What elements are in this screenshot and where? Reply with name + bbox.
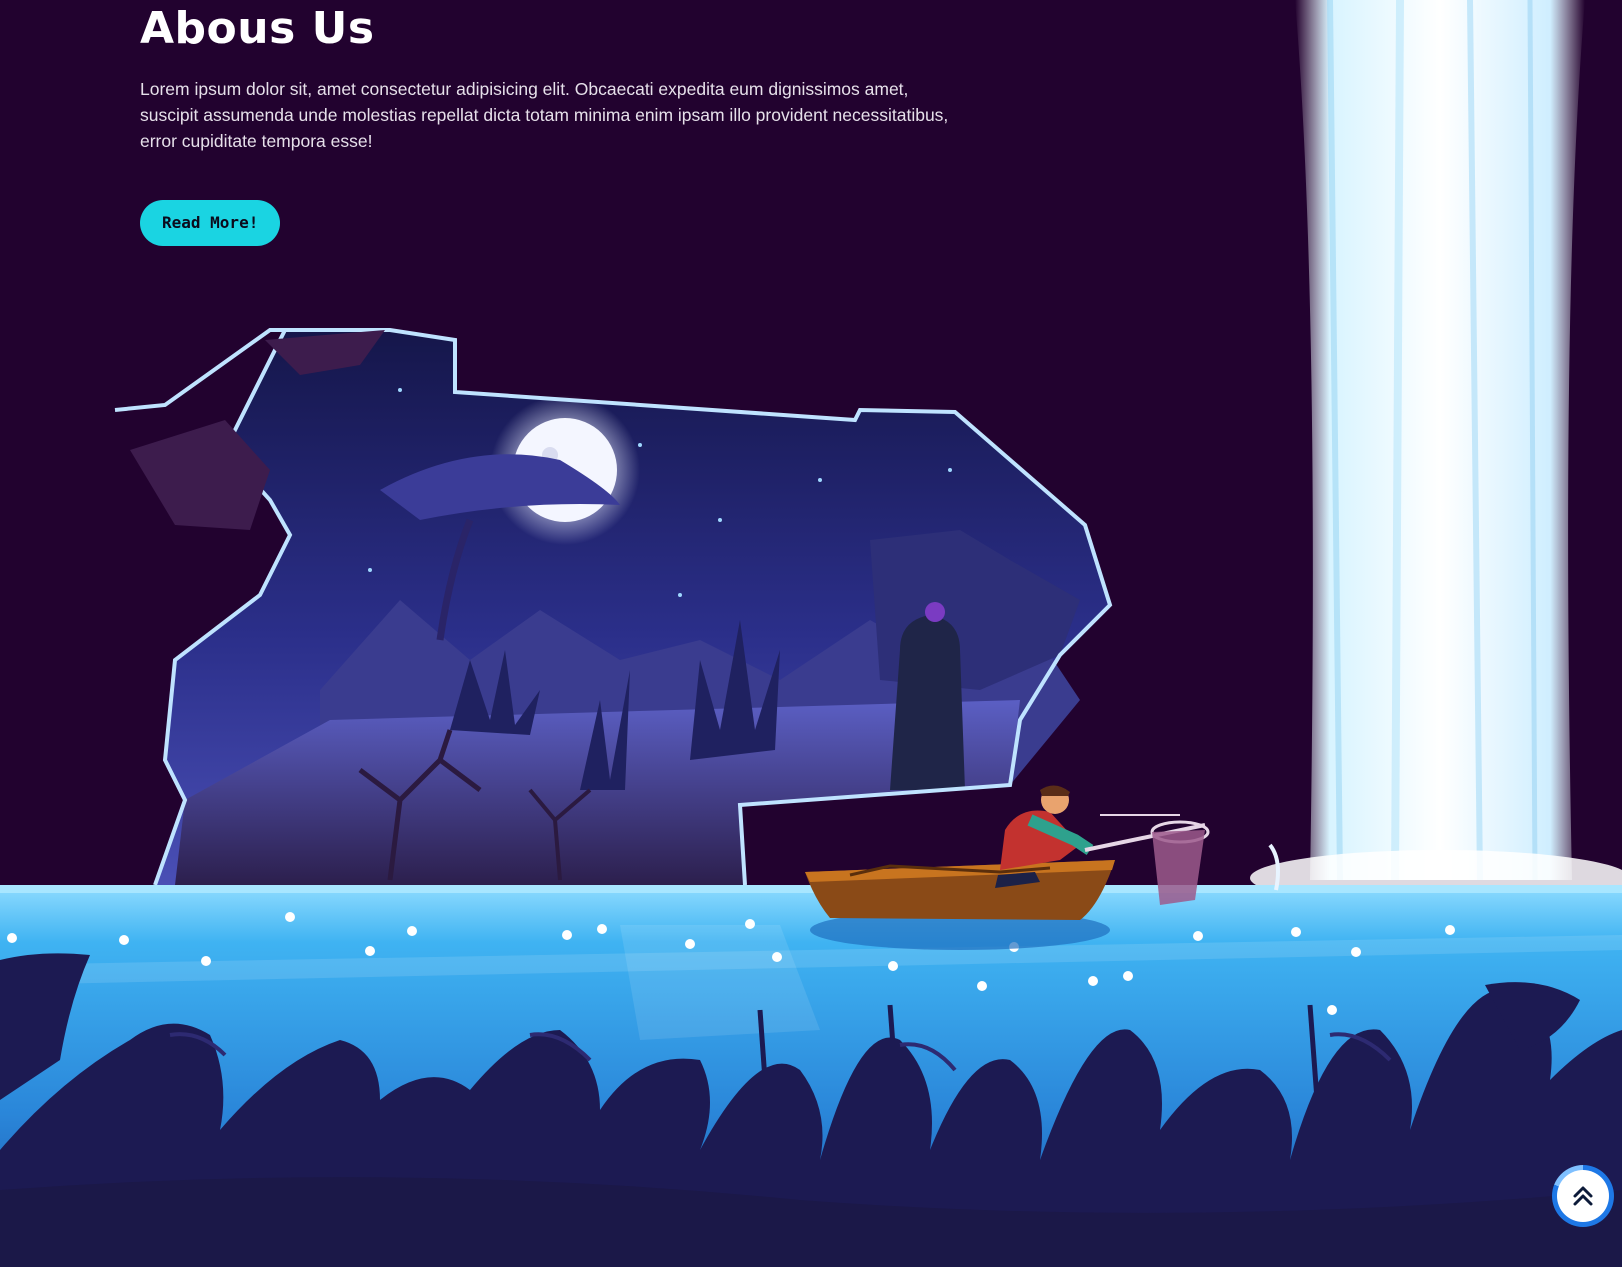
cave-window <box>114 328 1113 886</box>
section-title: Abous Us <box>140 3 375 54</box>
page: Abous Us Lorem ipsum dolor sit, amet con… <box>0 0 1622 1267</box>
scroll-to-top-button[interactable] <box>1552 1165 1614 1227</box>
about-description: Lorem ipsum dolor sit, amet consectetur … <box>140 79 949 151</box>
read-more-button[interactable]: Read More! <box>140 200 281 246</box>
scroll-progress-ring <box>1557 1170 1609 1222</box>
waterfall <box>1250 0 1622 906</box>
double-chevron-up-icon <box>1573 1186 1593 1206</box>
about-section: Abous Us Lorem ipsum dolor sit, amet con… <box>140 0 960 246</box>
